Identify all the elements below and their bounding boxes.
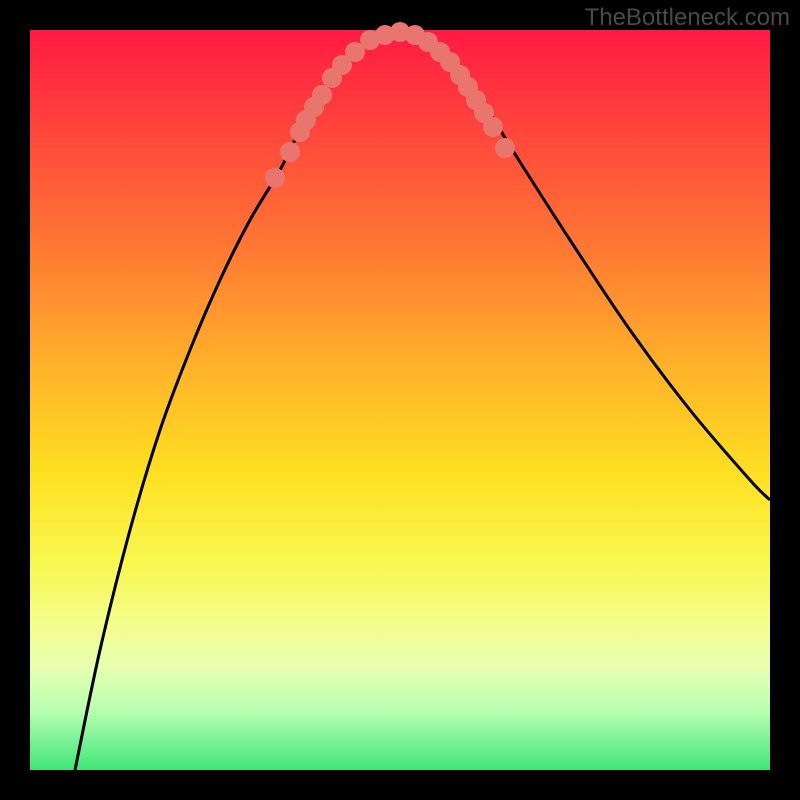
data-marker: [495, 138, 515, 158]
data-marker: [312, 85, 332, 105]
marker-group: [265, 22, 515, 188]
chart-plot-area: [30, 30, 770, 770]
chart-frame: TheBottleneck.com: [0, 0, 800, 800]
watermark-text: TheBottleneck.com: [585, 4, 790, 32]
data-marker: [265, 168, 285, 188]
chart-svg: [30, 30, 770, 770]
data-marker: [280, 142, 300, 162]
bottleneck-curve: [75, 32, 770, 770]
data-marker: [483, 117, 503, 137]
